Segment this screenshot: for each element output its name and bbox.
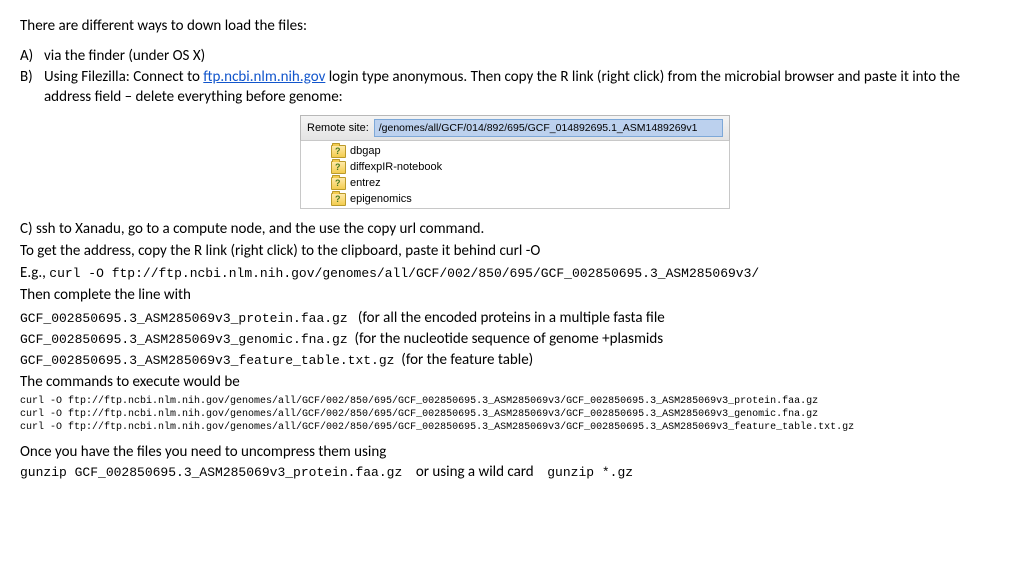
folder-icon	[331, 161, 346, 174]
option-b-text: Using Filezilla: Connect to ftp.ncbi.nlm…	[44, 67, 1004, 108]
file-genomic: GCF_002850695.3_ASM285069v3_genomic.fna.…	[20, 332, 348, 347]
intro-text: There are different ways to down load th…	[20, 16, 1004, 36]
filezilla-addressbar: Remote site: /genomes/all/GCF/014/892/69…	[300, 115, 730, 141]
list-item[interactable]: diffexpIR-notebook	[301, 160, 729, 176]
ftp-link[interactable]: ftp.ncbi.nlm.nih.gov	[203, 68, 325, 86]
curl-cmd-1: curl -O ftp://ftp.ncbi.nlm.nih.gov/genom…	[20, 395, 1004, 408]
gunzip-wild: gunzip *.gz	[547, 465, 633, 480]
or-text: or using a wild card	[416, 463, 534, 481]
file-feature: GCF_002850695.3_ASM285069v3_feature_tabl…	[20, 353, 394, 368]
folder-icon	[331, 193, 346, 206]
curl-cmd-3: curl -O ftp://ftp.ncbi.nlm.nih.gov/genom…	[20, 421, 1004, 434]
list-item[interactable]: epigenomics	[301, 192, 729, 208]
eg-command: curl -O ftp://ftp.ncbi.nlm.nih.gov/genom…	[49, 266, 759, 281]
uncompress-intro: Once you have the files you need to unco…	[20, 442, 1004, 462]
eg-label: E.g.,	[20, 264, 46, 282]
file-genomic-desc: (for the nucleotide sequence of genome +…	[354, 330, 663, 348]
folder-label: epigenomics	[350, 192, 412, 207]
gunzip-cmd: gunzip GCF_002850695.3_ASM285069v3_prote…	[20, 465, 402, 480]
remote-site-label: Remote site:	[307, 121, 369, 136]
list-item[interactable]: entrez	[301, 176, 729, 192]
option-a-letter: A)	[20, 46, 44, 66]
option-c-line2: To get the address, copy the R link (rig…	[20, 241, 1004, 261]
then-complete: Then complete the line with	[20, 285, 1004, 305]
folder-icon	[331, 145, 346, 158]
option-b-pre: Using Filezilla: Connect to	[44, 68, 203, 86]
folder-label: diffexpIR-notebook	[350, 160, 442, 175]
file-feature-desc: (for the feature table)	[401, 351, 533, 369]
commands-block: curl -O ftp://ftp.ncbi.nlm.nih.gov/genom…	[20, 395, 1004, 434]
filezilla-screenshot: Remote site: /genomes/all/GCF/014/892/69…	[300, 115, 730, 209]
list-item[interactable]: dbgap	[301, 144, 729, 160]
file-protein: GCF_002850695.3_ASM285069v3_protein.faa.…	[20, 311, 348, 326]
file-protein-desc: (for all the encoded proteins in a multi…	[358, 309, 665, 327]
folder-icon	[331, 177, 346, 190]
option-b-letter: B)	[20, 67, 44, 108]
option-c-line1: C) ssh to Xanadu, go to a compute node, …	[20, 219, 1004, 239]
folder-label: entrez	[350, 176, 381, 191]
option-a-text: via the finder (under OS X)	[44, 46, 1004, 66]
curl-cmd-2: curl -O ftp://ftp.ncbi.nlm.nih.gov/genom…	[20, 408, 1004, 421]
remote-site-input[interactable]: /genomes/all/GCF/014/892/695/GCF_0148926…	[374, 119, 723, 137]
folder-label: dbgap	[350, 144, 381, 159]
filezilla-tree: dbgap diffexpIR-notebook entrez epigenom…	[300, 141, 730, 208]
commands-intro: The commands to execute would be	[20, 372, 1004, 392]
